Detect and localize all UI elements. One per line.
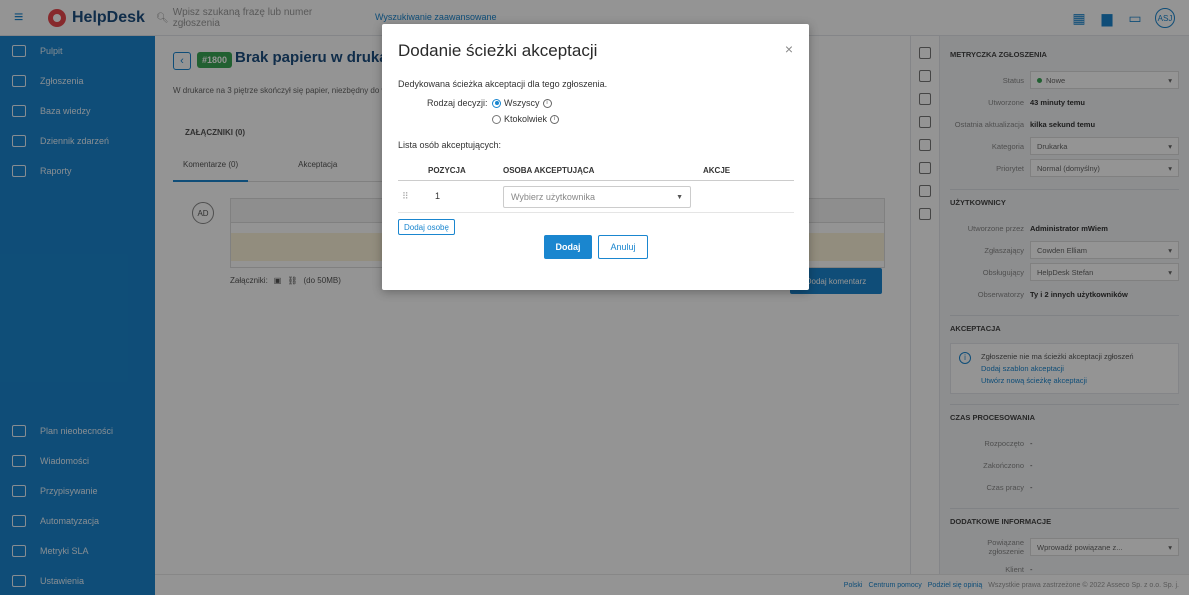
info-icon[interactable]: i <box>550 114 560 124</box>
add-acceptance-path-modal: Dodanie ścieżki akceptacji × Dedykowana … <box>382 24 809 290</box>
table-row: ⠿ 1 Wybierz użytkownika ▼ <box>398 181 794 213</box>
add-person-button[interactable]: Dodaj osobę <box>398 219 455 235</box>
approvers-table: POZYCJA OSOBA AKCEPTUJĄCA AKCJE ⠿ 1 Wybi… <box>398 160 794 213</box>
radio-option-any[interactable]: Ktokolwiek i <box>492 114 560 124</box>
col-actions: AKCJE <box>703 166 731 175</box>
cancel-button[interactable]: Anuluj <box>598 235 648 259</box>
drag-handle-icon[interactable]: ⠿ <box>402 191 409 202</box>
modal-intro: Dedykowana ścieżka akceptacji dla tego z… <box>398 79 608 89</box>
decision-type-label: Rodzaj decyzji: <box>427 98 488 108</box>
col-position: POZYCJA <box>428 166 466 175</box>
info-icon[interactable]: i <box>542 98 552 108</box>
radio-any-label: Ktokolwiek <box>504 114 548 124</box>
radio-all[interactable] <box>492 98 501 108</box>
radio-any[interactable] <box>492 114 501 124</box>
radio-option-all[interactable]: Wszyscy i <box>492 98 552 108</box>
chevron-down-icon: ▼ <box>676 193 683 201</box>
row-position: 1 <box>435 191 441 201</box>
table-header: POZYCJA OSOBA AKCEPTUJĄCA AKCJE <box>398 160 794 181</box>
radio-all-label: Wszyscy <box>504 98 540 108</box>
approvers-list-label: Lista osób akceptujących: <box>398 140 502 150</box>
user-select-placeholder: Wybierz użytkownika <box>511 192 595 202</box>
close-icon[interactable]: × <box>785 42 793 56</box>
col-person: OSOBA AKCEPTUJĄCA <box>503 166 595 175</box>
user-select[interactable]: Wybierz użytkownika ▼ <box>503 186 691 208</box>
add-button[interactable]: Dodaj <box>544 235 592 259</box>
modal-title: Dodanie ścieżki akceptacji <box>398 41 598 60</box>
